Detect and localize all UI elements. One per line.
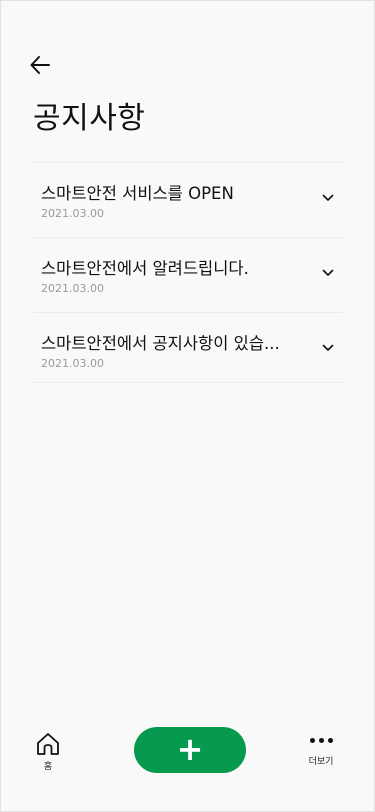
notice-list: 스마트안전 서비스를 OPEN 2021.03.00 스마트안전에서 알려드립니… [33,162,343,383]
notice-date: 2021.03.00 [41,357,104,370]
chevron-down-icon[interactable] [321,191,335,205]
chevron-down-icon[interactable] [321,341,335,355]
notice-title: 스마트안전에서 공지사항이 있습... [41,334,280,353]
notice-item[interactable]: 스마트안전에서 알려드립니다. 2021.03.00 [33,238,343,313]
nav-more-button[interactable]: 더보기 [301,730,341,768]
arrow-left-icon [30,56,50,74]
notice-title: 스마트안전 서비스를 OPEN [41,184,234,203]
notice-title: 스마트안전에서 알려드립니다. [41,259,249,278]
notice-date: 2021.03.00 [41,282,104,295]
more-dots-icon [309,730,333,750]
notice-item[interactable]: 스마트안전에서 공지사항이 있습... 2021.03.00 [33,313,343,383]
back-button[interactable] [28,53,52,77]
notice-item[interactable]: 스마트안전 서비스를 OPEN 2021.03.00 [33,163,343,238]
add-button[interactable]: + [134,727,246,773]
plus-icon: + [176,730,204,768]
notice-screen: 공지사항 스마트안전 서비스를 OPEN 2021.03.00 스마트안전에서 … [0,0,375,812]
nav-home-button[interactable]: 홈 [31,730,65,773]
bottom-nav: 홈 + 더보기 [1,726,375,811]
nav-more-label: 더보기 [308,757,334,767]
chevron-down-icon[interactable] [321,266,335,280]
page-title: 공지사항 [33,101,146,136]
home-icon [37,733,59,755]
notice-date: 2021.03.00 [41,207,104,220]
nav-home-label: 홈 [43,762,53,772]
